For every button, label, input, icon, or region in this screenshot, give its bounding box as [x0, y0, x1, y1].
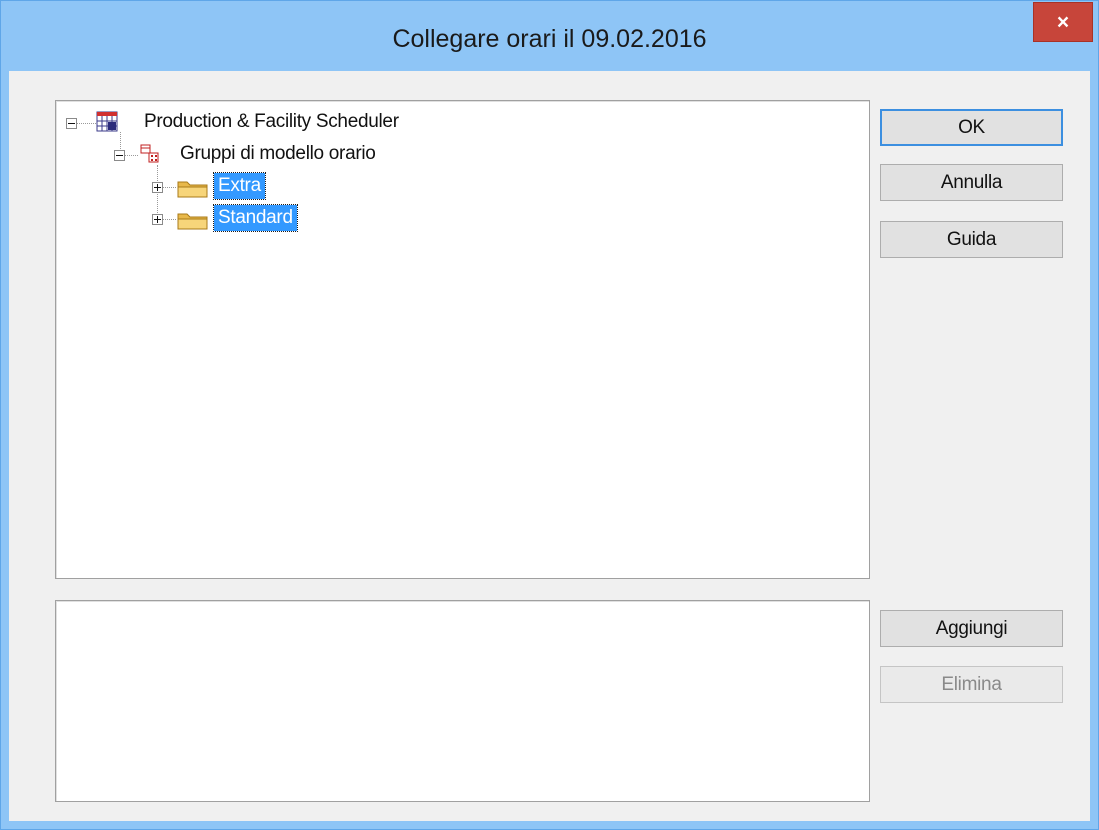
title-bar[interactable]: Collegare orari il 09.02.2016 ×: [1, 1, 1098, 71]
linked-schedules-list[interactable]: [55, 600, 870, 802]
tree-node-folder-standard[interactable]: Standard: [56, 204, 656, 235]
tree-node-label[interactable]: Extra: [213, 172, 266, 200]
tree-node-folder-extra[interactable]: Extra: [56, 172, 656, 203]
cancel-button[interactable]: Annulla: [880, 164, 1063, 201]
dialog-window: Collegare orari il 09.02.2016 × Producti…: [0, 0, 1099, 830]
tree-node-schedule-template-groups[interactable]: Gruppi di modello orario: [56, 141, 656, 171]
ok-button[interactable]: OK: [880, 109, 1063, 146]
folder-icon: [177, 213, 208, 230]
folder-icon: [177, 181, 208, 198]
dialog-title: Collegare orari il 09.02.2016: [392, 25, 707, 53]
help-button[interactable]: Guida: [880, 221, 1063, 258]
tree-node-label[interactable]: Production & Facility Scheduler: [140, 109, 403, 135]
collapse-icon[interactable]: [66, 118, 77, 129]
dialog-body: Production & Facility Scheduler Gruppi d…: [9, 71, 1090, 821]
close-button[interactable]: ×: [1033, 2, 1093, 42]
schedule-tree-view[interactable]: Production & Facility Scheduler Gruppi d…: [55, 100, 870, 579]
expand-icon[interactable]: [152, 182, 163, 193]
schedule-template-icon: [140, 144, 159, 163]
tree-node-root[interactable]: Production & Facility Scheduler: [56, 109, 656, 139]
expand-icon[interactable]: [152, 214, 163, 225]
calendar-icon: [96, 111, 118, 132]
collapse-icon[interactable]: [114, 150, 125, 161]
tree-node-label[interactable]: Gruppi di modello orario: [176, 141, 380, 167]
tree-node-label[interactable]: Standard: [213, 204, 298, 232]
close-icon: ×: [1056, 11, 1070, 34]
add-button[interactable]: Aggiungi: [880, 610, 1063, 647]
delete-button: Elimina: [880, 666, 1063, 703]
